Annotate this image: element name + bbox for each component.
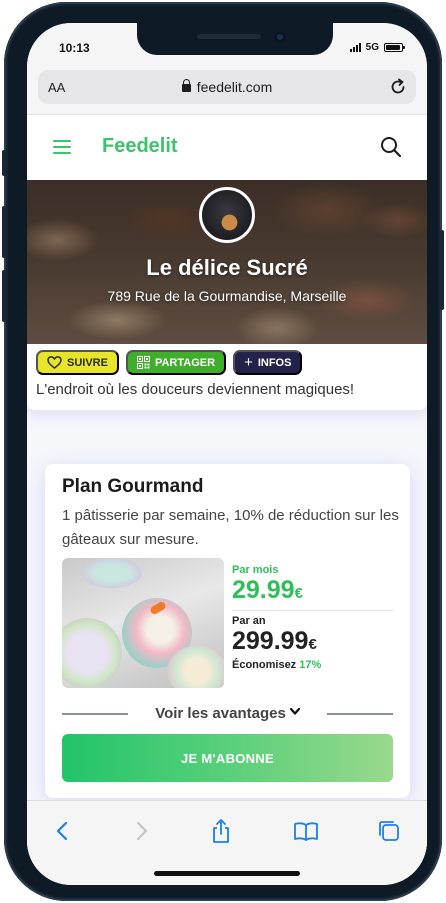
- status-time: 10:13: [59, 41, 90, 55]
- yearly-price: 299.99€: [232, 627, 393, 659]
- signal-icon: [349, 43, 361, 52]
- chevron-down-icon: [289, 707, 300, 715]
- info-button[interactable]: + INFOS: [233, 350, 303, 375]
- divider-right: [327, 713, 393, 715]
- shop-tagline: L'endroit où les douceurs deviennent mag…: [36, 381, 355, 398]
- lock-icon: [181, 79, 191, 92]
- battery-level: [386, 45, 400, 50]
- price-divider: [232, 610, 393, 611]
- speaker-grille: [197, 34, 261, 39]
- share-button[interactable]: PARTAGER: [125, 350, 227, 375]
- plan-title: Plan Gourmand: [62, 476, 204, 497]
- reload-icon[interactable]: [388, 77, 408, 97]
- status-indicators: 5G: [349, 42, 405, 53]
- tabs-icon[interactable]: [376, 818, 402, 844]
- power-button: [440, 230, 444, 310]
- screen: 10:13 5G AA feedelit.com Feedelit Le dél…: [27, 23, 427, 885]
- forward-icon[interactable]: [128, 818, 154, 844]
- advantages-toggle[interactable]: Voir les avantages: [62, 705, 393, 722]
- monthly-price-value: 29.99: [232, 576, 295, 604]
- yearly-currency: €: [308, 636, 317, 653]
- yearly-label: Par an: [232, 615, 266, 627]
- volume-down-button: [2, 270, 6, 322]
- follow-button[interactable]: SUIVRE: [36, 350, 119, 375]
- front-camera: [274, 31, 286, 43]
- web-page: Feedelit Le délice Sucré 789 Rue de la G…: [27, 115, 427, 800]
- address-bar[interactable]: AA feedelit.com: [38, 70, 416, 104]
- brand-logo[interactable]: Feedelit: [102, 135, 178, 158]
- volume-up-button: [2, 206, 6, 258]
- battery-icon: [384, 43, 405, 52]
- silent-switch: [2, 150, 6, 176]
- url-display[interactable]: feedelit.com: [38, 79, 416, 95]
- advantages-label: Voir les avantages: [155, 705, 286, 722]
- qr-code-icon: [136, 356, 150, 369]
- hero-banner: Le délice Sucré 789 Rue de la Gourmandis…: [27, 180, 427, 344]
- plan-prices: Par mois 29.99€ Par an 299.99€ Économise…: [232, 564, 393, 671]
- notch: [137, 23, 333, 55]
- info-label: INFOS: [257, 356, 292, 369]
- bookmarks-icon[interactable]: [293, 818, 319, 844]
- shop-address: 789 Rue de la Gourmandise, Marseille: [107, 288, 347, 304]
- follow-label: SUIVRE: [67, 356, 108, 369]
- hamburger-icon[interactable]: [53, 140, 71, 154]
- monthly-label: Par mois: [232, 564, 279, 576]
- home-indicator: [154, 871, 300, 876]
- monthly-currency: €: [294, 585, 303, 602]
- shop-profile-card: SUIVRE PARTAGER + INFOS L'endroit où les…: [27, 344, 427, 410]
- plus-icon: +: [244, 354, 253, 371]
- site-header: Feedelit: [27, 115, 427, 180]
- network-type: 5G: [365, 42, 379, 53]
- url-text: feedelit.com: [196, 79, 273, 95]
- savings-value: 17%: [299, 659, 322, 671]
- yearly-price-value: 299.99: [232, 627, 309, 655]
- share-label: PARTAGER: [154, 356, 216, 369]
- shop-actions: SUIVRE PARTAGER + INFOS: [36, 350, 303, 375]
- phone-frame: 10:13 5G AA feedelit.com Feedelit Le dél…: [2, 2, 444, 901]
- search-icon[interactable]: [379, 135, 403, 159]
- browser-address-area: AA feedelit.com: [27, 67, 427, 115]
- plan-description: 1 pâtisserie par semaine, 10% de réducti…: [62, 507, 399, 548]
- subscription-plan-card: Plan Gourmand 1 pâtisserie par semaine, …: [45, 464, 410, 798]
- subscribe-button[interactable]: JE M'ABONNE: [62, 734, 393, 782]
- savings-text: Économisez 17%: [232, 659, 393, 671]
- shop-name: Le délice Sucré: [146, 255, 308, 280]
- savings-label: Économisez: [232, 659, 297, 671]
- shop-avatar: [199, 187, 255, 243]
- monthly-price: 29.99€: [232, 576, 393, 608]
- cupcakes-image: [62, 558, 224, 688]
- heart-icon: [47, 356, 62, 369]
- back-icon[interactable]: [50, 818, 76, 844]
- share-icon[interactable]: [208, 818, 234, 844]
